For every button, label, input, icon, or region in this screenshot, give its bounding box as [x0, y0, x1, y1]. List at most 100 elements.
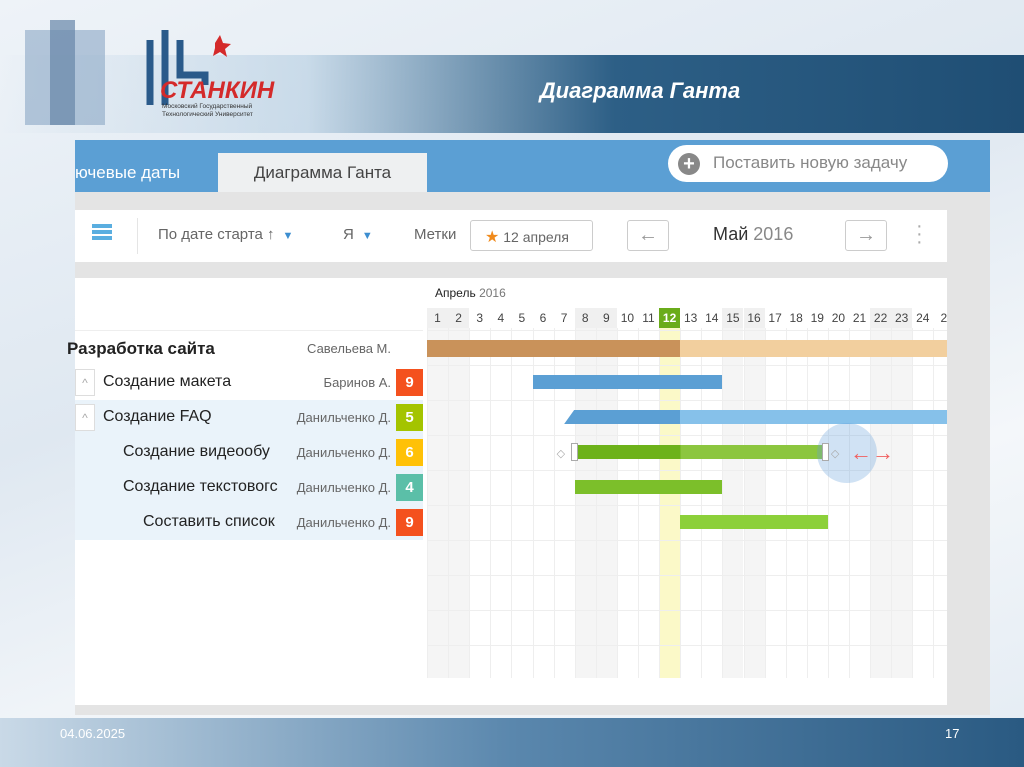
task-row[interactable]: ^ Создание FAQ Данильченко Д. 5 — [75, 400, 423, 435]
svg-text:СТАНКИН: СТАНКИН — [160, 77, 275, 104]
day-column — [849, 328, 870, 678]
milestone-diamond-icon[interactable]: ◇ — [557, 447, 565, 460]
task-bar[interactable] — [532, 375, 723, 389]
project-name: Разработка сайта — [67, 339, 215, 358]
slide-date: 04.06.2025 — [60, 726, 126, 741]
milestone-diamond-icon[interactable]: ◇ — [831, 447, 839, 460]
task-bar[interactable] — [574, 445, 828, 459]
day-label: 12 — [659, 308, 681, 328]
task-assignee: Баринов А. — [323, 375, 391, 390]
day-label: 17 — [764, 308, 786, 328]
day-label: 9 — [595, 308, 617, 328]
day-label: 20 — [827, 308, 849, 328]
day-label: 14 — [701, 308, 723, 328]
slide-title: Диаграмма Ганта — [539, 78, 741, 103]
tab-gantt[interactable]: Диаграмма Ганта — [218, 153, 427, 192]
menu-icon[interactable] — [92, 224, 112, 240]
day-column — [870, 328, 892, 678]
slide-number: 17 — [945, 726, 960, 741]
project-assignee: Савельева М. — [307, 341, 391, 356]
tab-bar: ючевые даты Диаграмма Ганта + Поставить … — [75, 140, 990, 192]
more-icon[interactable]: · · · — [916, 216, 923, 252]
day-label: 5 — [511, 308, 533, 328]
priority-badge: 9 — [396, 509, 423, 536]
day-label: 21 — [849, 308, 870, 328]
day-label: 23 — [891, 308, 913, 328]
month-label: Апрель 2016 — [435, 286, 506, 300]
day-column — [722, 328, 744, 678]
next-month-button[interactable]: → — [845, 220, 887, 251]
task-bar[interactable] — [564, 410, 947, 424]
tag-value: 12 апреля — [503, 229, 569, 245]
task-bar[interactable] — [680, 515, 828, 529]
tag-button[interactable]: ★ 12 апреля — [470, 220, 593, 251]
day-label: 10 — [616, 308, 638, 328]
prev-month-button[interactable]: ← — [627, 220, 669, 251]
day-column — [891, 328, 913, 678]
day-label: 6 — [532, 308, 554, 328]
day-label: 16 — [743, 308, 765, 328]
priority-badge: 4 — [396, 474, 423, 501]
day-column — [490, 328, 511, 678]
day-column — [827, 328, 849, 678]
task-row[interactable]: ^ Создание макета Баринов А. 9 — [75, 365, 423, 400]
day-label: 1 — [427, 308, 448, 328]
day-label: 18 — [785, 308, 807, 328]
day-column — [764, 328, 786, 678]
task-row[interactable]: Создание видеообу Данильченко Д. 6 — [75, 435, 423, 470]
svg-text:Технологический Университет: Технологический Университет — [162, 110, 253, 118]
task-assignee: Данильченко Д. — [296, 515, 391, 530]
project-row[interactable]: Разработка сайта Савельева М. — [67, 330, 423, 365]
tab-key-dates[interactable]: ючевые даты — [75, 153, 180, 192]
stankin-logo: СТАНКИН Московский Государственный Техно… — [20, 15, 290, 135]
task-assignee: Данильченко Д. — [296, 410, 391, 425]
day-label: 2 — [933, 308, 947, 328]
footer-band — [0, 718, 1024, 767]
task-name: Создание текстовогс — [123, 478, 278, 495]
task-assignee: Данильченко Д. — [296, 445, 391, 460]
app-screenshot: ючевые даты Диаграмма Ганта + Поставить … — [67, 140, 990, 715]
day-column — [427, 328, 448, 678]
day-column — [448, 328, 470, 678]
day-column — [743, 328, 765, 678]
resize-handle[interactable] — [570, 443, 578, 461]
svg-text:Московский Государственный: Московский Государственный — [162, 102, 253, 110]
sort-dropdown[interactable]: По дате старта ↑ ▼ — [158, 226, 293, 243]
dropdown-icon: ▼ — [361, 230, 373, 242]
day-column — [469, 328, 490, 678]
project-bar[interactable] — [427, 340, 947, 357]
user-filter-dropdown[interactable]: Я ▼ — [343, 226, 373, 243]
task-bar[interactable] — [574, 480, 723, 494]
tags-label: Метки — [414, 226, 457, 243]
gantt-chart: Апрель 2016 1 2 3 4 5 6 7 8 9 10 11 12 13 14 15 16 17 18 1… — [427, 278, 947, 705]
day-label: 15 — [722, 308, 744, 328]
current-month: Май 2016 — [713, 224, 794, 244]
new-task-button[interactable]: + Поставить новую задачу — [668, 145, 948, 182]
task-name: Создание FAQ — [103, 408, 212, 425]
task-name: Создание видеообу — [123, 443, 270, 460]
gantt-view: Разработка сайта Савельева М. ^ Создание … — [67, 278, 947, 705]
day-column — [933, 328, 947, 678]
toolbar: По дате старта ↑ ▼ Я ▼ Метки ★ 12 апреля ←… — [75, 210, 947, 262]
resize-handle[interactable] — [821, 443, 829, 461]
priority-badge: 6 — [396, 439, 423, 466]
dropdown-icon: ▼ — [282, 230, 294, 242]
day-column — [912, 328, 933, 678]
day-column — [511, 328, 532, 678]
task-name: Создание макета — [103, 373, 232, 390]
plus-icon: + — [678, 153, 700, 175]
day-column — [785, 328, 807, 678]
task-row[interactable]: Составить список Данильченко Д. 9 — [75, 505, 423, 540]
collapse-icon[interactable]: ^ — [75, 404, 95, 431]
priority-badge: 9 — [396, 369, 423, 396]
day-label: 22 — [870, 308, 892, 328]
day-label: 24 — [912, 308, 934, 328]
sort-label: По дате старта ↑ — [158, 226, 275, 243]
day-label: 3 — [469, 308, 491, 328]
day-label: 7 — [553, 308, 575, 328]
day-label: 11 — [638, 308, 659, 328]
new-task-label: Поставить новую задачу — [713, 153, 908, 172]
task-row[interactable]: Создание текстовогс Данильченко Д. 4 — [75, 470, 423, 505]
collapse-icon[interactable]: ^ — [75, 369, 95, 396]
task-name: Составить список — [143, 513, 275, 530]
